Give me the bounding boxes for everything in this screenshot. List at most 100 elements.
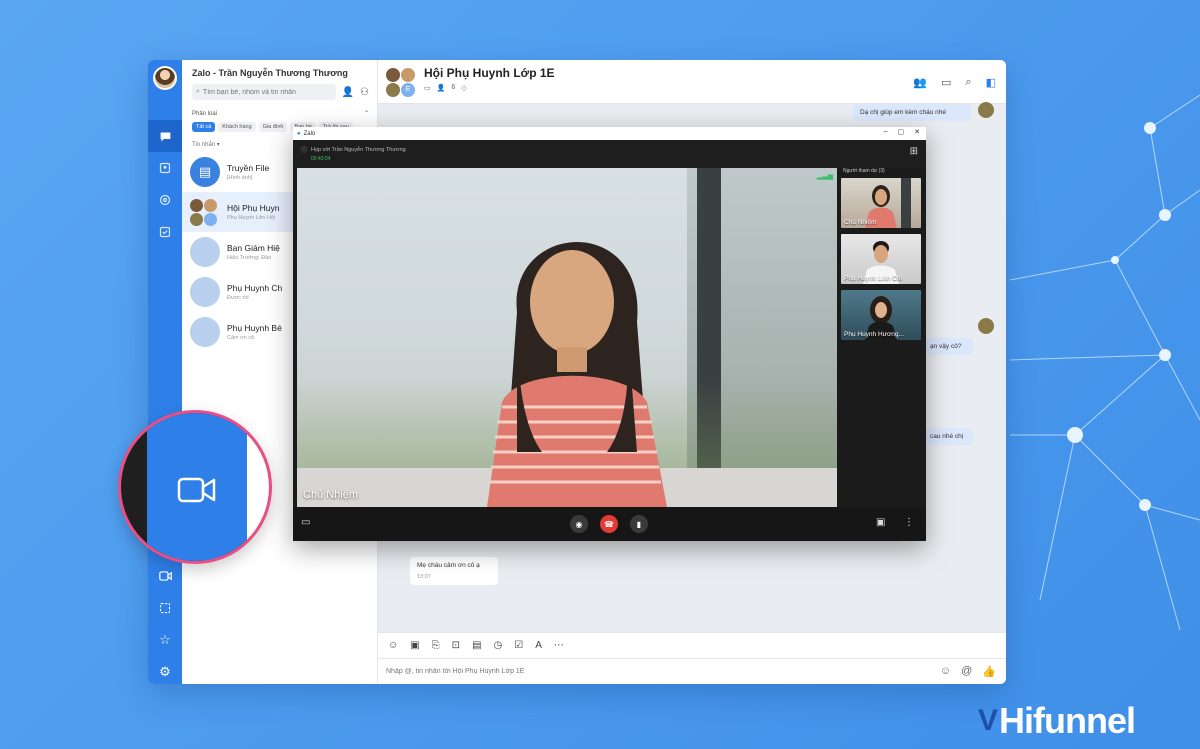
participant-tile[interactable]: Phụ Huynh Linh Chi	[841, 234, 921, 284]
search-icon: ⌕	[196, 88, 200, 95]
video-call-button[interactable]	[147, 413, 247, 561]
close-icon[interactable]: ✕	[914, 128, 920, 136]
message-bubble: cau nhé chị	[923, 428, 973, 445]
call-infobar: ⓘ Họp với Trần Nguyễn Thương Thương 00:4…	[293, 140, 926, 168]
chat-header: E Hội Phụ Huynh Lớp 1E ▭ 👤 6 ◇ 👥 ▭ ⌕ ◧	[378, 60, 1006, 104]
app-title: Zalo - Trần Nguyễn Thương Thương	[192, 68, 348, 78]
message-text: Mẹ cháu cảm ơn cô ạ	[417, 562, 480, 569]
call-window-title: Zalo	[303, 130, 316, 137]
user-avatar[interactable]	[153, 66, 177, 90]
filter-label: Phân loại	[192, 110, 218, 117]
call-timer: 00:43:04	[311, 156, 331, 162]
chat-toggle-icon[interactable]: ▭	[301, 517, 310, 528]
filter-toggle-icon[interactable]: ⌃	[364, 110, 369, 117]
participants-title: Người tham dự (3)	[843, 168, 885, 174]
conv-name: Phụ Huynh Ch	[227, 283, 283, 293]
card-icon[interactable]: ▤	[472, 640, 481, 651]
avatar	[978, 318, 994, 334]
settings-icon[interactable]: ⚙	[148, 656, 182, 688]
chat-icon[interactable]	[148, 120, 182, 152]
members-icon[interactable]: 👤	[437, 84, 446, 92]
minimize-icon[interactable]: –	[884, 128, 888, 136]
group-avatar: E	[386, 66, 418, 98]
chip-all[interactable]: Tất cả	[192, 122, 216, 132]
conv-preview: [Hình ảnh]	[227, 175, 253, 181]
participant-tile[interactable]: Chủ Nhiệm	[841, 178, 921, 228]
reminder-icon[interactable]: ◷	[494, 640, 503, 651]
mention-icon[interactable]: @	[961, 665, 972, 678]
member-count: 6	[451, 84, 456, 91]
brand-mark: V	[978, 704, 998, 737]
video-icon[interactable]	[148, 560, 182, 592]
camera-icon[interactable]: ◉	[570, 515, 588, 533]
task-icon[interactable]: ☑	[514, 640, 523, 651]
at-icon[interactable]	[148, 184, 182, 216]
chat-title: Hội Phụ Huynh Lớp 1E	[424, 65, 555, 80]
video-icon	[177, 477, 216, 503]
share-icon[interactable]: ▣	[876, 517, 885, 528]
mic-icon[interactable]: ▮	[630, 515, 648, 533]
chip-customers[interactable]: Khách hàng	[218, 122, 256, 132]
avatar	[978, 102, 994, 118]
message-input[interactable]	[386, 668, 786, 675]
message-bubble: Dạ chị giúp em kèm cháu nhé	[853, 104, 971, 121]
conv-preview: Phụ Huynh Lớn Hội	[227, 215, 276, 221]
conv-preview: Cảm ơn cô	[227, 335, 255, 341]
zoom-highlight	[118, 410, 272, 564]
search-input[interactable]	[202, 88, 336, 96]
call-name: Họp với Trần Nguyễn Thương Thương	[311, 146, 406, 153]
file-icon: ▤	[190, 157, 220, 187]
avatar	[190, 237, 220, 267]
video-call-window: ● Zalo – ▢ ✕ ⓘ Họp với Trần Nguyễn Thươn…	[293, 127, 926, 541]
signal-icon: ▂▃▅	[816, 173, 833, 180]
search-icon[interactable]: ⌕	[965, 76, 971, 89]
emoji-icon[interactable]: ☺	[940, 665, 951, 678]
sidebar-toggle-icon[interactable]: ◧	[986, 76, 996, 89]
message-bubble: ạn vậy cô?	[923, 338, 973, 355]
format-icon[interactable]: A	[535, 640, 542, 651]
search-box[interactable]: ⌕	[192, 84, 336, 100]
nav-rail-lower: ☆ ⚙	[148, 560, 182, 688]
add-friend-icon[interactable]: 👤	[342, 87, 354, 98]
more-icon[interactable]: ⋯	[554, 640, 564, 651]
contacts-icon[interactable]	[148, 152, 182, 184]
participant-video	[487, 242, 667, 507]
add-member-icon[interactable]: 👥	[913, 76, 927, 89]
image-icon[interactable]: ▣	[410, 640, 419, 651]
chip-family[interactable]: Gia đình	[258, 122, 288, 132]
phone-end-icon[interactable]: ☎	[600, 515, 618, 533]
participant-tile[interactable]: Phụ Huynh Hương...	[841, 290, 921, 340]
screen-icon[interactable]	[148, 592, 182, 624]
maximize-icon[interactable]: ▢	[898, 128, 905, 136]
screenshot-icon[interactable]: ⊡	[452, 640, 460, 651]
avatar	[190, 317, 220, 347]
conv-name: Ban Giám Hiệ	[227, 243, 280, 253]
main-video: ▂▃▅ Chủ Nhiệm	[297, 168, 837, 507]
group-avatar	[190, 197, 220, 227]
call-controls: ▭ ◉ ☎ ▮ ▣ ⋮	[293, 507, 926, 541]
thumbs-up-icon[interactable]: 👍	[982, 665, 996, 678]
info-icon[interactable]: ⓘ	[301, 145, 307, 154]
avatar	[190, 277, 220, 307]
conv-preview: Hiệu Trưởng: Đảo	[227, 255, 272, 261]
call-titlebar: ● Zalo – ▢ ✕	[293, 127, 926, 140]
participant-name: Phụ Huynh Linh Chi	[844, 275, 902, 282]
video-call-icon[interactable]: ▭	[941, 76, 951, 89]
chat-input-bar: ☺ @ 👍	[378, 658, 1006, 684]
conv-name: Hội Phụ Huyn	[227, 203, 280, 213]
attach-icon[interactable]: ⎘	[432, 640, 440, 651]
brand-logo: V Hifunnel	[978, 700, 1136, 742]
conv-preview: Được rồi	[227, 295, 249, 301]
more-options-icon[interactable]: ⋮	[904, 517, 914, 528]
message-bubble: Mẹ cháu cảm ơn cô ạ 13:07	[410, 557, 498, 585]
todo-icon[interactable]	[148, 216, 182, 248]
participant-name: Chủ Nhiệm	[844, 219, 877, 226]
create-group-icon[interactable]: ⚇	[360, 87, 369, 98]
tag-icon[interactable]: ◇	[461, 84, 466, 92]
conv-name: Phụ Huynh Bé	[227, 323, 282, 333]
brand-name: Hifunnel	[999, 700, 1136, 741]
calendar-icon[interactable]: ▭	[424, 84, 431, 92]
layout-icon[interactable]: ⊞	[910, 146, 918, 157]
sticker-icon[interactable]: ☺	[388, 640, 398, 651]
star-icon[interactable]: ☆	[148, 624, 182, 656]
